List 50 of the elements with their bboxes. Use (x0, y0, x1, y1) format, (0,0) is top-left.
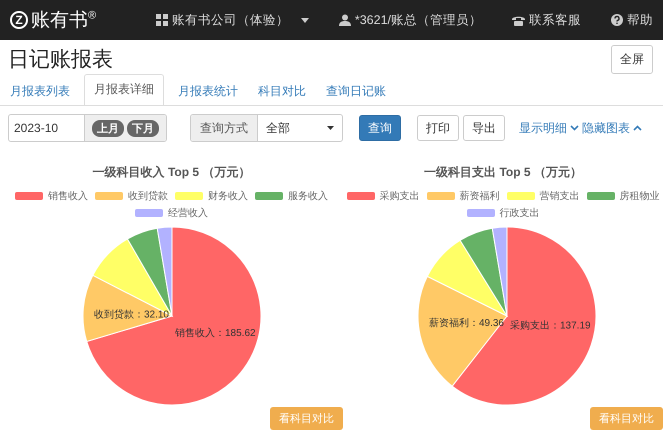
app-logo[interactable]: 账有书$^{®}$ (31, 7, 96, 33)
legend-label[interactable]: 房租物业 (620, 189, 660, 203)
legend-swatch (255, 192, 283, 200)
legend-swatch (175, 192, 203, 200)
page-title: 日记账报表 (8, 47, 113, 73)
fullscreen-button[interactable]: 全屏 (611, 44, 653, 74)
logo-mark: Z (10, 11, 28, 29)
legend-label[interactable]: 销售收入 (48, 189, 88, 203)
legend-label[interactable]: 营销支出 (540, 189, 580, 203)
legend-label[interactable]: 经营收入 (168, 206, 208, 220)
hide-charts-link[interactable]: 隐藏图表 (582, 120, 630, 136)
legend-swatch (95, 192, 123, 200)
export-button[interactable]: 导出 (463, 115, 505, 141)
chevron-up-icon (633, 125, 642, 131)
user-menu[interactable]: *3621/账总（管理员） (354, 12, 482, 28)
legend-swatch (426, 192, 454, 200)
print-button[interactable]: 打印 (417, 115, 459, 141)
legend-swatch (586, 192, 614, 200)
legend-swatch (466, 209, 494, 217)
show-details-link[interactable]: 显示明细 (519, 120, 567, 136)
tab[interactable]: 查询日记账 (316, 76, 396, 106)
help-icon (611, 14, 623, 26)
legend-label[interactable]: 收到贷款 (128, 189, 168, 203)
legend-swatch (15, 192, 43, 200)
slice-label: 采购支出：137.19 (510, 320, 591, 332)
chart-title: 一级科目收入 Top 5 （万元） (92, 164, 250, 180)
legend-label[interactable]: 薪资福利 (460, 189, 500, 203)
chart-title: 一级科目支出 Top 5 （万元） (424, 164, 582, 180)
legend-label[interactable]: 财务收入 (208, 189, 248, 203)
legend-swatch (346, 192, 374, 200)
tab[interactable]: 月报表统计 (168, 76, 248, 106)
slice-label: 收到贷款：32.10 (94, 310, 169, 321)
contact-support-link[interactable]: 联系客服 (529, 12, 581, 28)
tab[interactable]: 科目对比 (248, 76, 316, 106)
tab[interactable]: 月报表列表 (0, 76, 80, 106)
phone-icon (512, 14, 525, 26)
legend-swatch (506, 192, 534, 200)
legend-label[interactable]: 采购支出 (380, 189, 420, 203)
legend-label[interactable]: 服务收入 (288, 189, 328, 203)
user-icon (338, 14, 351, 26)
legend-label[interactable]: 行政支出 (500, 206, 540, 220)
slice-label: 销售收入：185.62 (175, 328, 256, 339)
help-link[interactable]: 帮助 (627, 12, 653, 28)
building-icon (156, 14, 168, 26)
company-menu[interactable]: 账有书公司（体验） (172, 12, 289, 28)
tab[interactable]: 月报表详细 (84, 74, 164, 105)
chevron-down-icon (570, 125, 579, 131)
caret-icon (300, 18, 309, 22)
query-button[interactable]: 查询 (359, 115, 401, 141)
legend-swatch (135, 209, 163, 217)
